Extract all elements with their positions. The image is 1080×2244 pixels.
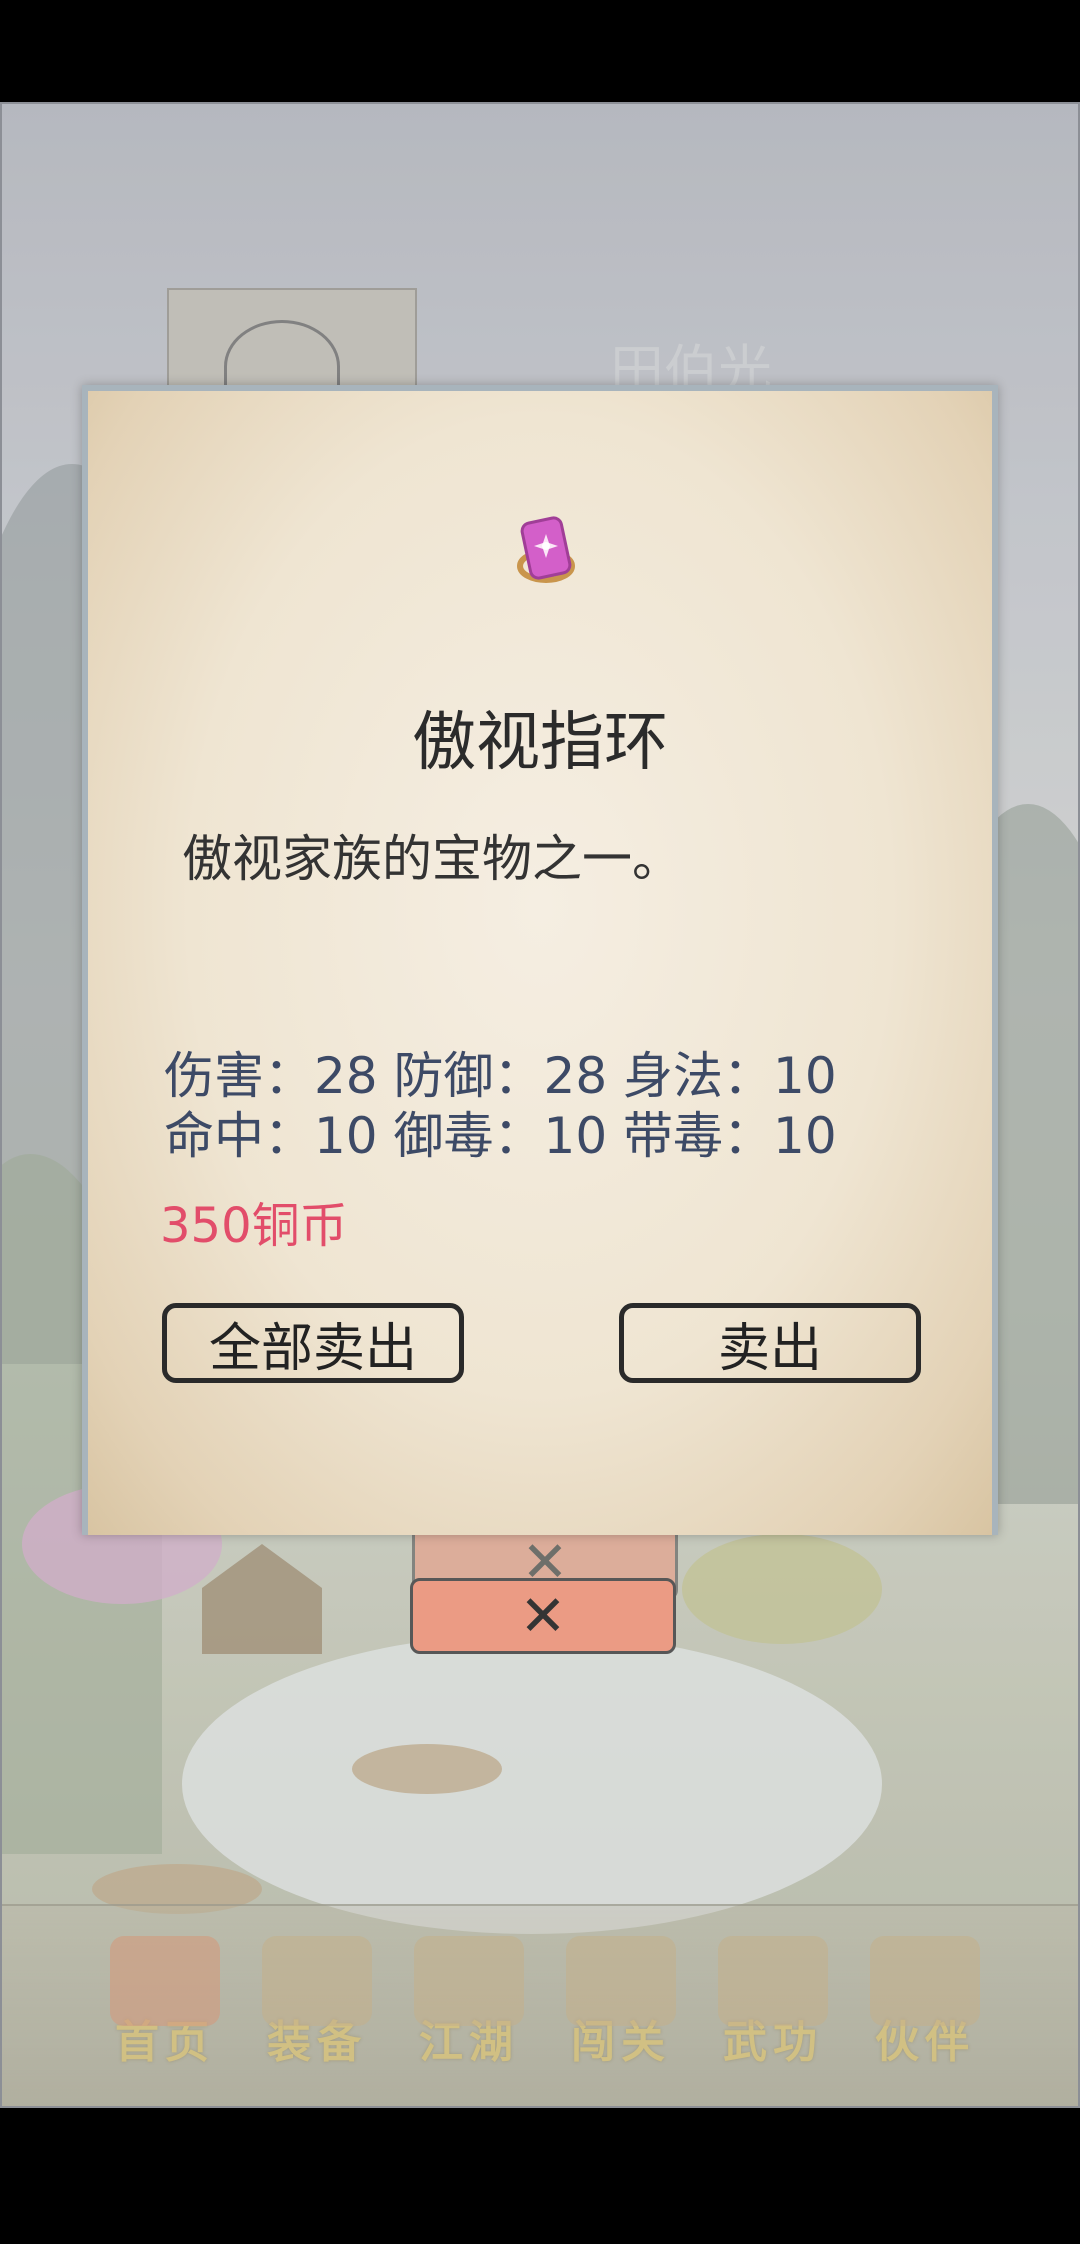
item-name: 傲视指环	[412, 706, 668, 780]
ring-icon	[517, 516, 575, 583]
sell-all-button[interactable]: 全部卖出	[162, 1303, 464, 1383]
stats-line: 命中：10 御毒：10 带毒：10	[164, 1107, 837, 1165]
item-stats: 伤害：28 防御：28 身法：10 命中：10 御毒：10 带毒：10	[164, 1046, 837, 1166]
item-price: 350铜币	[160, 1198, 348, 1254]
stats-line: 伤害：28 防御：28 身法：10	[164, 1047, 837, 1105]
item-description: 傲视家族的宝物之一。	[182, 830, 682, 888]
sell-button[interactable]: 卖出	[619, 1303, 921, 1383]
item-detail-dialog: 傲视指环 傲视家族的宝物之一。 伤害：28 防御：28 身法：10 命中：10 …	[82, 385, 998, 1535]
